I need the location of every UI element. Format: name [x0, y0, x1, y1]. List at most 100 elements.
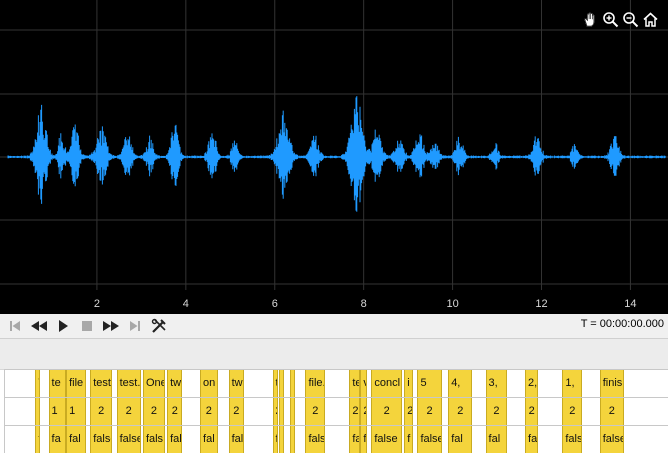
word-row-segment[interactable]	[279, 370, 285, 397]
number-row-segment[interactable]: 2	[142, 398, 165, 425]
word-row-segment[interactable]: T	[35, 370, 41, 397]
word-row-segment[interactable]: te	[48, 370, 67, 397]
number-row-segment[interactable]: 1	[35, 398, 41, 425]
word-row-segment[interactable]: v	[360, 370, 367, 397]
segment-label: 2	[363, 405, 366, 417]
flag-row-segment[interactable]: fals	[305, 426, 326, 453]
word-row-segment[interactable]: file.	[305, 370, 326, 397]
flag-row-segment[interactable]	[290, 426, 296, 453]
flag-row-segment[interactable]: fal	[167, 426, 183, 453]
number-row-segment[interactable]	[279, 398, 285, 425]
flag-row-segment[interactable]: false	[599, 426, 624, 453]
flag-row-segment[interactable]: fal	[228, 426, 244, 453]
number-row-segment[interactable]	[290, 398, 296, 425]
number-row-segment[interactable]: 2	[116, 398, 141, 425]
word-row-segment[interactable]: One	[142, 370, 165, 397]
word-row-segment[interactable]: file	[66, 370, 86, 397]
rewind-button[interactable]	[27, 315, 51, 337]
flag-row-segment[interactable]: false	[371, 426, 403, 453]
segment-label: 2	[426, 405, 433, 417]
zoom-out-icon[interactable]	[621, 10, 640, 29]
flag-row-segment[interactable]: fa	[349, 426, 361, 453]
word-row-segment[interactable]: te	[349, 370, 361, 397]
word-row-segment[interactable]: test,	[90, 370, 113, 397]
number-row-segment[interactable]: 2	[485, 398, 508, 425]
waveform-plot[interactable]: 2 4 6 8 10 12 14	[0, 0, 668, 314]
word-row-segment[interactable]: 2,	[525, 370, 539, 397]
word-row-segment[interactable]: 5	[417, 370, 442, 397]
segment-label: fals	[308, 433, 326, 445]
pan-icon[interactable]	[581, 10, 600, 29]
segment-label: 1,	[565, 377, 575, 389]
word-row-segment[interactable]: 3,	[485, 370, 508, 397]
flag-row-segment[interactable]: f	[35, 426, 41, 453]
flag-row-segment[interactable]: fal	[525, 426, 539, 453]
flag-row-segment[interactable]: fal	[200, 426, 218, 453]
word-row-segment[interactable]: 1,	[562, 370, 583, 397]
flag-row-segment[interactable]: false	[417, 426, 442, 453]
number-row-segment[interactable]: 2	[404, 398, 414, 425]
flag-row-segment[interactable]: false	[116, 426, 141, 453]
word-row-segment[interactable]: concl	[371, 370, 403, 397]
rewind-icon	[31, 321, 47, 331]
flag-row-segment[interactable]: f	[404, 426, 414, 453]
stop-button[interactable]	[75, 315, 99, 337]
word-row-segment[interactable]: tw	[228, 370, 244, 397]
skip-to-start-button[interactable]	[3, 315, 27, 337]
flag-row-segment[interactable]: fa	[48, 426, 67, 453]
tools-button[interactable]	[147, 315, 171, 337]
number-row-segment[interactable]: 1	[48, 398, 67, 425]
number-row-segment[interactable]: 2	[228, 398, 244, 425]
zoom-in-icon[interactable]	[601, 10, 620, 29]
number-row-segment[interactable]: 2	[562, 398, 583, 425]
flag-row-segment[interactable]: f	[272, 426, 278, 453]
number-row-segment[interactable]: 2	[417, 398, 442, 425]
plot-toolbar	[581, 10, 660, 29]
number-row-segment[interactable]: 1	[66, 398, 86, 425]
fast-forward-button[interactable]	[99, 315, 123, 337]
number-row-segment[interactable]: 2	[272, 398, 278, 425]
word-row-segment[interactable]: on	[200, 370, 218, 397]
number-row-segment[interactable]: 2	[90, 398, 113, 425]
number-row-segment[interactable]: 2	[200, 398, 218, 425]
skip-to-start-icon	[10, 321, 20, 331]
waveform-canvas[interactable]: 2 4 6 8 10 12 14	[0, 0, 668, 314]
number-row-segment[interactable]: 2	[448, 398, 473, 425]
word-row-segment[interactable]: i	[404, 370, 414, 397]
segment-label: false	[374, 433, 398, 445]
segment-label: te	[352, 377, 359, 389]
number-row-segment[interactable]: 2	[349, 398, 361, 425]
word-row-segment[interactable]: tw	[167, 370, 183, 397]
flag-row-segment[interactable]: fal	[448, 426, 473, 453]
segment-label: 2	[528, 405, 535, 417]
segment-label: file.	[308, 377, 326, 389]
number-row-segment[interactable]: 2	[525, 398, 539, 425]
flag-row-segment[interactable]	[279, 426, 285, 453]
segment-label: v	[363, 377, 366, 389]
home-icon[interactable]	[641, 10, 660, 29]
flag-row-segment[interactable]: fal	[485, 426, 508, 453]
word-row-segment[interactable]: 4,	[448, 370, 473, 397]
skip-to-end-button[interactable]	[123, 315, 147, 337]
segment-label: te	[51, 377, 61, 389]
number-row-segment[interactable]: 2	[167, 398, 183, 425]
segment-label: 1	[38, 405, 39, 417]
play-button[interactable]	[51, 315, 75, 337]
word-row-segment[interactable]	[290, 370, 296, 397]
flag-row-segment[interactable]: fals	[562, 426, 583, 453]
number-row-segment[interactable]: 2	[305, 398, 326, 425]
segment-label: on	[203, 377, 216, 389]
flag-row-segment[interactable]: fal	[66, 426, 86, 453]
segment-label: 2	[569, 405, 576, 417]
number-row-segment[interactable]: 2	[360, 398, 367, 425]
flag-row-segment[interactable]: f	[360, 426, 367, 453]
audio-waveform	[7, 96, 667, 212]
word-row-segment[interactable]: t	[272, 370, 278, 397]
segment-label: 2	[205, 405, 212, 417]
flag-row-segment[interactable]: fals	[142, 426, 165, 453]
flag-row-segment[interactable]: false	[90, 426, 113, 453]
number-row-segment[interactable]: 2	[371, 398, 403, 425]
number-row-segment[interactable]: 2	[599, 398, 624, 425]
word-row-segment[interactable]: test.	[116, 370, 141, 397]
word-row-segment[interactable]: finish	[599, 370, 624, 397]
